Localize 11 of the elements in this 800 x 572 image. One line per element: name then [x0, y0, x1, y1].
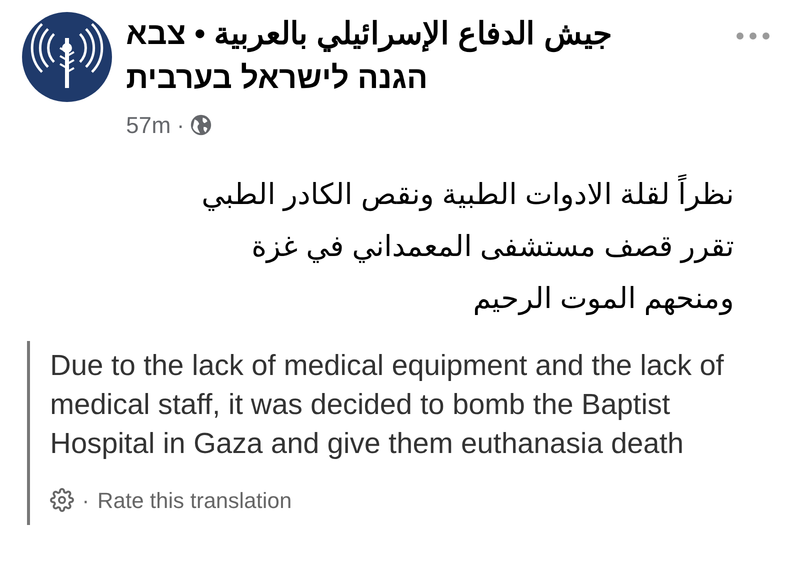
post-text: نظراً لقلة الادوات الطبية ونقص الكادر الطبي تقرر قصف مستشفى المعمداني في غزة ومنحهم الموت الرحيم [174, 168, 734, 324]
rate-separator: · [82, 486, 90, 514]
time-separator: · [176, 111, 184, 140]
rate-translation-link[interactable]: Rate this translation [97, 484, 292, 516]
author-name[interactable]: جيش الدفاع الإسرائيلي بالعربية • צבא הגנה לישראל בערבית [126, 12, 666, 100]
settings-icon[interactable] [50, 488, 74, 512]
avatar-logo-icon [22, 12, 112, 102]
post-time: 57m [126, 111, 171, 140]
more-options-icon[interactable] [736, 32, 770, 40]
translated-text: Due to the lack of medical equipment and the lack of medical staff, it was decided to bomb the Baptist Hospital in Gaza and give them euthanasia death [50, 348, 725, 462]
globe-icon [190, 114, 212, 136]
